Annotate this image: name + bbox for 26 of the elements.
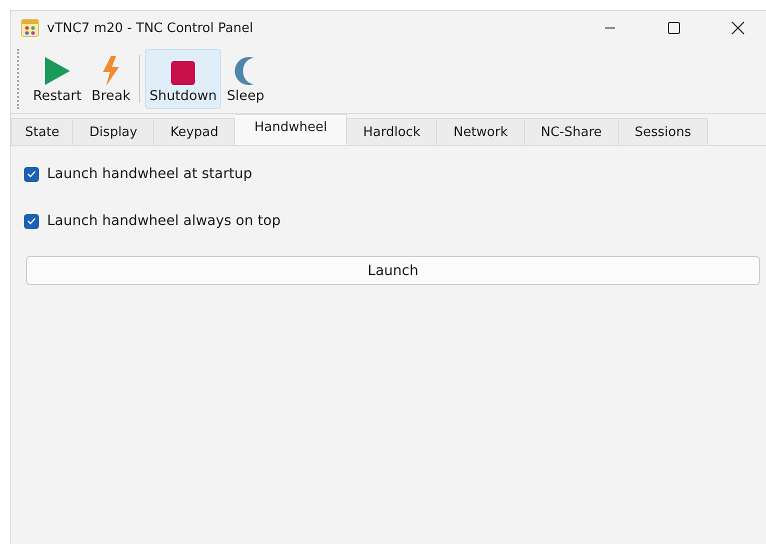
checkbox-label: Launch handwheel at startup — [47, 166, 252, 182]
checkmark-icon — [27, 217, 36, 225]
tab[interactable]: Handwheel — [235, 114, 348, 145]
toolbar-button[interactable]: Shutdown — [145, 49, 221, 109]
tab[interactable]: Keypad — [154, 118, 236, 145]
toolbar-button[interactable]: Break — [88, 49, 134, 109]
toolbar-button[interactable]: Restart — [29, 49, 86, 109]
tab[interactable]: Hardlock — [347, 118, 438, 145]
tab[interactable]: Display — [73, 118, 154, 145]
tab[interactable]: NC-Share — [524, 118, 619, 145]
tab[interactable]: Sessions — [618, 118, 708, 145]
tab[interactable]: State — [11, 118, 74, 145]
checkbox-label: Launch handwheel always on top — [47, 213, 281, 229]
close-icon — [731, 21, 745, 35]
checkmark-icon — [27, 170, 36, 178]
launch-button[interactable]: Launch — [26, 256, 760, 285]
tab[interactable]: Network — [437, 118, 525, 145]
stop-icon — [170, 60, 196, 86]
maximize-icon — [668, 22, 680, 34]
checkbox[interactable] — [24, 214, 39, 228]
app-icon — [21, 19, 39, 37]
play-icon — [43, 56, 72, 86]
checkbox[interactable] — [24, 166, 39, 182]
window-title: vTNC7 m20 - TNC Control Panel — [47, 20, 254, 36]
lightning-icon — [100, 56, 121, 86]
toolbar-button[interactable]: Sleep — [222, 49, 268, 109]
